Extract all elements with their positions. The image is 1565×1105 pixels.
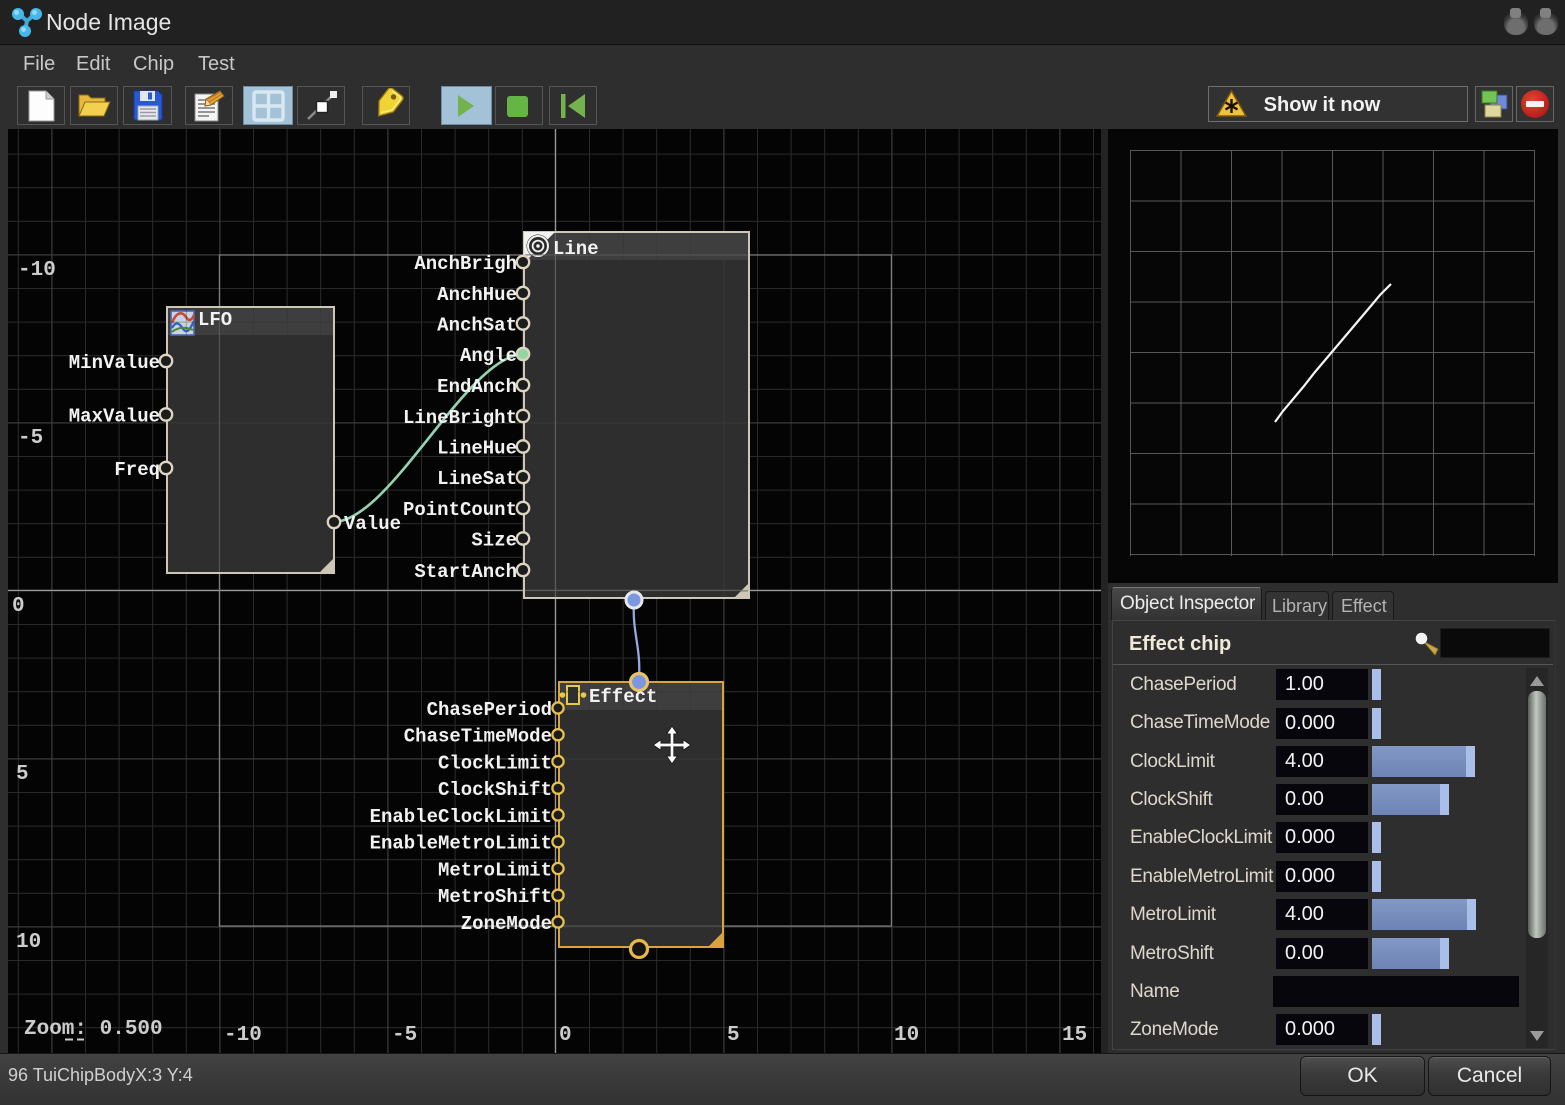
svg-text:ZoneMode: ZoneMode [461, 913, 552, 935]
svg-text:Effect: Effect [589, 686, 657, 708]
svg-text:Line: Line [553, 238, 599, 260]
svg-text:StartAnch: StartAnch [414, 561, 517, 583]
svg-text:Size: Size [471, 530, 517, 552]
svg-text:EnableMetroLimit: EnableMetroLimit [370, 833, 552, 855]
svg-text:Freq: Freq [114, 459, 160, 481]
svg-text:MaxValue: MaxValue [69, 406, 160, 428]
svg-text:LineHue: LineHue [437, 438, 517, 460]
svg-text:Angle: Angle [460, 345, 517, 367]
svg-text:LFO: LFO [198, 309, 232, 331]
svg-text:AnchHue: AnchHue [437, 284, 517, 306]
svg-text:PointCount: PointCount [403, 499, 517, 521]
svg-text:MinValue: MinValue [69, 352, 160, 374]
svg-text:EnableClockLimit: EnableClockLimit [370, 806, 552, 828]
svg-text:AnchBrigh: AnchBrigh [414, 253, 517, 275]
svg-text:LineBright: LineBright [403, 407, 517, 429]
svg-text:ClockShift: ClockShift [438, 779, 552, 801]
svg-text:ChaseTimeMode: ChaseTimeMode [404, 726, 552, 748]
svg-text:LineSat: LineSat [437, 468, 517, 490]
svg-text:Value: Value [344, 513, 401, 535]
svg-text:ClockLimit: ClockLimit [438, 753, 552, 775]
svg-text:AnchSat: AnchSat [437, 315, 517, 337]
svg-text:MetroLimit: MetroLimit [438, 860, 552, 882]
svg-text:EndAnch: EndAnch [437, 376, 517, 398]
svg-text:MetroShift: MetroShift [438, 886, 552, 908]
svg-text:ChasePeriod: ChasePeriod [427, 699, 552, 721]
